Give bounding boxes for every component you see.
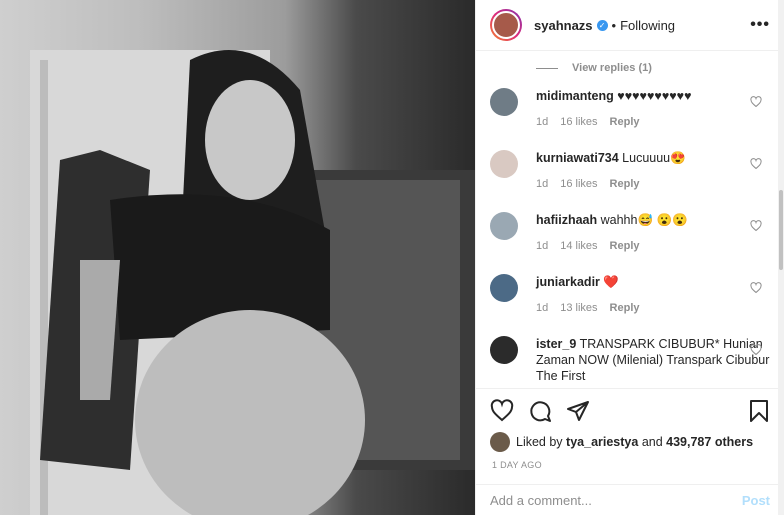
like-comment-heart-icon[interactable] [750, 96, 762, 108]
view-replies-button[interactable]: View replies (1) [536, 62, 784, 74]
commenter-avatar[interactable] [490, 150, 518, 178]
comment-likes[interactable]: 13 likes [560, 302, 597, 314]
comment-age[interactable]: 1d [536, 116, 548, 128]
post-timestamp[interactable]: 1 DAY AGO [492, 460, 542, 470]
comment-item: hafiizhaah wahhh😅 😮😮 1d 14 likes Reply [476, 212, 784, 260]
comment-text: ❤️ [603, 275, 619, 289]
comment-text: ♥♥♥♥♥♥♥♥♥♥ [617, 89, 692, 103]
like-comment-heart-icon[interactable] [750, 344, 762, 356]
add-comment-bar: Add a comment... Post [476, 484, 784, 516]
separator-dot: • [611, 17, 617, 33]
likes-summary: Liked by tya_ariestya and 439,787 others [490, 432, 770, 452]
share-paper-plane-icon[interactable] [566, 399, 590, 423]
liked-by-prefix: Liked by [516, 435, 563, 449]
liker-username[interactable]: tya_ariestya [566, 435, 638, 449]
commenter-avatar[interactable] [490, 88, 518, 116]
commenter-username[interactable]: juniarkadir [536, 275, 600, 289]
comments-panel: syahnazs ✓ • Following ••• View replies … [475, 0, 784, 515]
like-heart-icon[interactable] [490, 399, 514, 423]
post-photo[interactable] [0, 0, 475, 515]
verified-icon: ✓ [596, 19, 608, 31]
reply-button[interactable]: Reply [610, 240, 640, 252]
add-comment-input[interactable]: Add a comment... [490, 493, 592, 508]
liked-by-and: and [641, 435, 663, 449]
comment-likes[interactable]: 16 likes [560, 178, 597, 190]
comment-item: juniarkadir ❤️ 1d 13 likes Reply [476, 274, 784, 322]
comment-item: kurniawati734 Lucuuuu😍 1d 16 likes Reply [476, 150, 784, 198]
commenter-username[interactable]: kurniawati734 [536, 151, 619, 165]
post-comment-button[interactable]: Post [742, 493, 770, 508]
commenter-username[interactable]: hafiizhaah [536, 213, 597, 227]
commenter-username[interactable]: ister_9 [536, 337, 576, 351]
author-avatar[interactable] [490, 9, 522, 41]
likes-others-link[interactable]: 439,787 others [666, 435, 753, 449]
commenter-avatar[interactable] [490, 274, 518, 302]
comment-text: wahhh😅 😮😮 [600, 213, 688, 227]
more-options-icon[interactable]: ••• [750, 16, 770, 34]
comment-age[interactable]: 1d [536, 240, 548, 252]
scrollbar-thumb[interactable] [779, 190, 783, 270]
comment-item: midimanteng ♥♥♥♥♥♥♥♥♥♥ 1d 16 likes Reply [476, 88, 784, 136]
commenter-username[interactable]: midimanteng [536, 89, 614, 103]
post-actions-bar [476, 388, 784, 433]
comment-likes[interactable]: 14 likes [560, 240, 597, 252]
comment-bubble-icon[interactable] [528, 399, 552, 423]
replies-line [536, 67, 558, 69]
comment-item: ister_9 TRANSPARK CIBUBUR* Hunian Zaman … [476, 336, 784, 388]
comment-age[interactable]: 1d [536, 302, 548, 314]
liker-avatar[interactable] [490, 432, 510, 452]
view-replies-label: View replies (1) [572, 62, 652, 74]
like-comment-heart-icon[interactable] [750, 158, 762, 170]
reply-button[interactable]: Reply [610, 116, 640, 128]
comment-list[interactable]: View replies (1) midimanteng ♥♥♥♥♥♥♥♥♥♥ … [476, 52, 784, 388]
reply-button[interactable]: Reply [610, 178, 640, 190]
page-scrollbar[interactable] [778, 0, 784, 515]
author-username[interactable]: syahnazs [534, 18, 593, 33]
commenter-avatar[interactable] [490, 336, 518, 364]
post-header: syahnazs ✓ • Following ••• [476, 0, 784, 51]
comment-age[interactable]: 1d [536, 178, 548, 190]
following-button[interactable]: Following [620, 18, 675, 33]
comment-text: Lucuuuu😍 [622, 151, 686, 165]
reply-button[interactable]: Reply [610, 302, 640, 314]
comment-likes[interactable]: 16 likes [560, 116, 597, 128]
commenter-avatar[interactable] [490, 212, 518, 240]
like-comment-heart-icon[interactable] [750, 220, 762, 232]
save-bookmark-icon[interactable] [748, 399, 770, 423]
like-comment-heart-icon[interactable] [750, 282, 762, 294]
photo-illustration [30, 50, 475, 515]
